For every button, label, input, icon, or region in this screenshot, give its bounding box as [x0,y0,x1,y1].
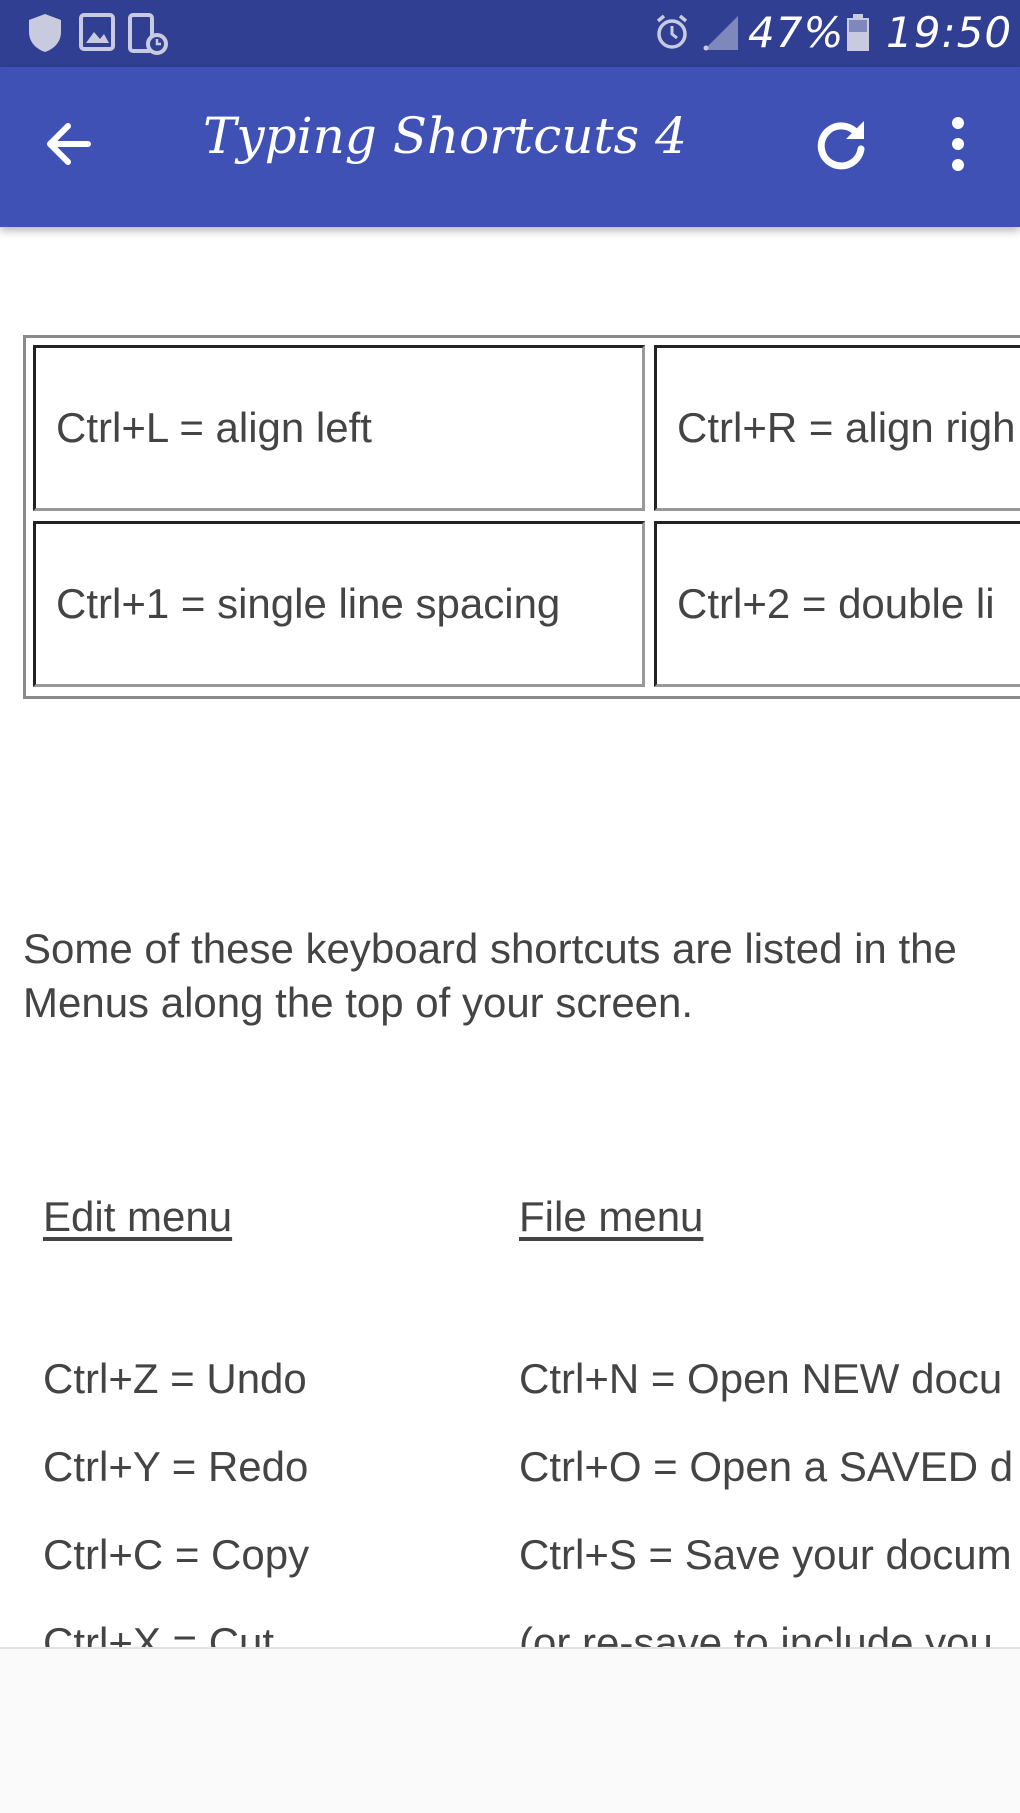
shield-icon [29,14,61,52]
shortcut-table: Ctrl+L = align left Ctrl+R = align righ … [23,335,1020,699]
table-cell: Ctrl+2 = double li [654,521,1020,687]
file-shortcut-item: Ctrl+S = Save your docum [519,1531,1012,1578]
table-cell: Ctrl+L = align left [33,345,645,511]
refresh-icon[interactable] [810,113,872,175]
battery-icon [847,14,869,51]
intro-paragraph: Some of these keyboard shortcuts are lis… [23,925,957,1026]
file-shortcut-item: (or re-save to include you [519,1619,993,1647]
alarm-icon [656,14,688,49]
file-menu-heading: File menu [519,1193,704,1240]
file-shortcut-item: Ctrl+O = Open a SAVED d [519,1443,1014,1490]
edit-shortcut-item: Ctrl+X = Cut [43,1619,275,1647]
page-title: Typing Shortcuts 4 [203,107,687,165]
status-bar: 47% 19:50 [0,0,1020,67]
table-cell: Ctrl+R = align righ [654,345,1020,511]
edit-shortcut-item: Ctrl+Y = Redo [43,1443,309,1490]
file-shortcut-item: Ctrl+N = Open NEW docu [519,1355,1003,1402]
phone-clock-icon [128,13,168,55]
table-cell: Ctrl+1 = single line spacing [33,521,645,687]
edit-shortcut-item: Ctrl+Z = Undo [43,1355,307,1402]
more-vert-icon[interactable] [940,113,976,175]
signal-icon [703,16,738,51]
content-area[interactable]: Ctrl+L = align left Ctrl+R = align righ … [0,227,1020,1647]
back-arrow-icon[interactable] [38,114,98,174]
image-icon [79,13,115,51]
edit-shortcut-item: Ctrl+C = Copy [43,1531,310,1578]
edit-menu-heading: Edit menu [43,1193,233,1240]
app-bar: Typing Shortcuts 4 [0,67,1020,227]
battery-percentage: 47% [748,8,845,57]
clock: 19:50 [886,8,1013,57]
bottom-panel [0,1647,1020,1813]
